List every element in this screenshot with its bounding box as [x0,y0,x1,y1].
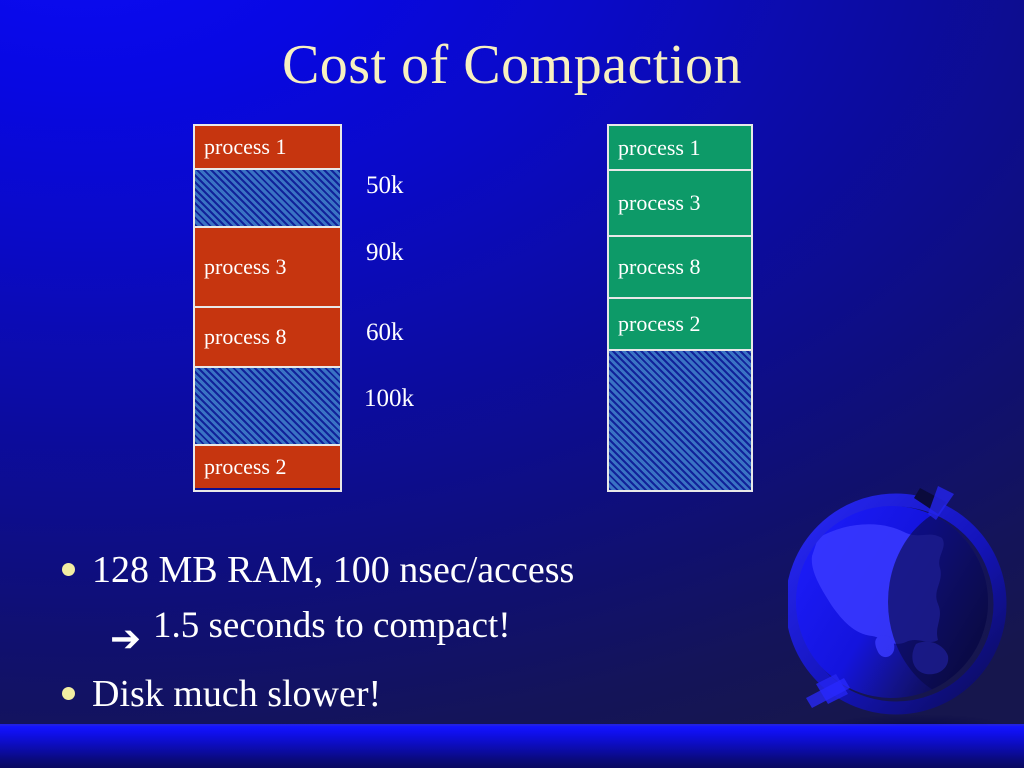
slide-canvas: Cost of Compaction process 1 process 3 p… [0,0,1024,768]
bottom-accent-band [0,726,1024,768]
mem-block: process 3 [609,171,751,237]
bullet-item-ram: 128 MB RAM, 100 nsec/access [62,544,822,597]
bullet-label: 128 MB RAM, 100 nsec/access [92,549,575,591]
memory-diagram-before: process 1 process 3 process 8 process 2 [193,124,342,492]
mem-block-label: process 3 [618,190,701,215]
mem-block-free [609,351,751,490]
globe-icon [788,486,1008,736]
size-label-90k: 90k [366,239,404,266]
mem-block: process 1 [195,126,340,170]
sub-bullet-label: 1.5 seconds to compact! [153,605,511,646]
bullet-dot-icon [62,563,75,576]
mem-block-free [195,170,340,228]
slide-title: Cost of Compaction [281,34,743,96]
mem-block-label: process 8 [204,324,287,349]
right-arrow-icon: ➔ [110,619,142,660]
mem-block: process 2 [195,446,340,488]
bullet-item-disk: Disk much slower! [62,668,822,721]
mem-block: process 2 [609,299,751,351]
mem-block-label: process 1 [618,134,701,160]
size-label-100k: 100k [364,385,414,412]
mem-block: process 8 [609,237,751,299]
size-label-60k: 60k [366,319,404,346]
bullet-dot-icon [62,687,75,700]
mem-block-label: process 3 [204,254,287,279]
mem-block-label: process 2 [618,311,701,336]
memory-diagram-after: process 1 process 3 process 8 process 2 [607,124,753,492]
mem-block: process 8 [195,308,340,368]
sub-bullet-item-compact-time: ➔ 1.5 seconds to compact! [62,599,822,666]
bullet-list: 128 MB RAM, 100 nsec/access ➔ 1.5 second… [62,544,822,723]
mem-block-label: process 2 [204,454,287,479]
bullet-label: Disk much slower! [92,673,382,715]
mem-block-label: process 1 [204,134,287,159]
mem-block-free [195,368,340,446]
mem-block: process 1 [609,126,751,171]
mem-block-label: process 8 [618,254,701,279]
size-label-50k: 50k [366,172,404,199]
mem-block: process 3 [195,228,340,308]
